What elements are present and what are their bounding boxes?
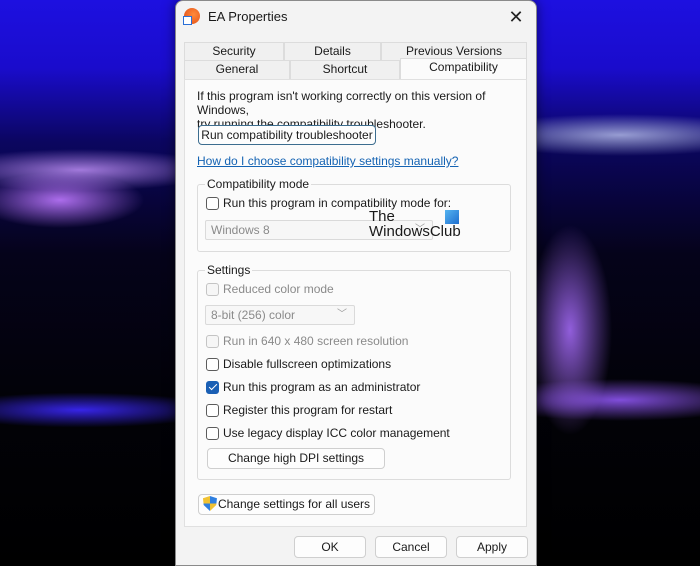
reduced-color-label: Reduced color mode <box>223 282 334 296</box>
run-640-checkbox <box>206 334 219 348</box>
run-as-admin-row[interactable]: Run this program as an administrator <box>206 380 420 394</box>
reduced-color-checkbox <box>206 282 219 296</box>
disable-fullscreen-row[interactable]: Disable fullscreen optimizations <box>206 357 391 371</box>
compat-mode-checkbox-row[interactable]: Run this program in compatibility mode f… <box>206 196 451 210</box>
cancel-button[interactable]: Cancel <box>375 536 447 558</box>
title-bar: EA Properties ✕ <box>176 1 536 33</box>
tab-details[interactable]: Details <box>284 42 381 60</box>
disable-fullscreen-checkbox[interactable] <box>206 357 219 371</box>
run-640-row: Run in 640 x 480 screen resolution <box>206 334 408 348</box>
color-depth-value: 8-bit (256) color <box>211 308 296 322</box>
disable-fullscreen-label: Disable fullscreen optimizations <box>223 357 392 371</box>
color-depth-select: 8-bit (256) color ﹀ <box>205 305 355 325</box>
os-version-value: Windows 8 <box>211 223 270 237</box>
compat-mode-label: Run this program in compatibility mode f… <box>223 196 452 210</box>
legacy-icc-row[interactable]: Use legacy display ICC color management <box>206 426 450 440</box>
ok-button[interactable]: OK <box>294 536 366 558</box>
tab-label: General <box>215 62 259 76</box>
tab-shortcut[interactable]: Shortcut <box>290 60 400 79</box>
help-link[interactable]: How do I choose compatibility settings m… <box>197 154 458 168</box>
tab-label: Security <box>212 44 256 58</box>
run-as-admin-label: Run this program as an administrator <box>223 380 421 394</box>
tab-label: Shortcut <box>322 62 368 76</box>
ea-app-icon <box>183 8 200 25</box>
watermark-line-2: WindowsClub <box>369 223 461 240</box>
close-icon: ✕ <box>508 7 524 27</box>
compatibility-mode-label: Compatibility mode <box>205 177 312 191</box>
register-restart-label: Register this program for restart <box>223 403 393 417</box>
compat-mode-checkbox[interactable] <box>206 196 219 210</box>
intro-line-1: If this program isn't working correctly … <box>197 89 486 117</box>
apply-button[interactable]: Apply <box>456 536 528 558</box>
uac-shield-icon <box>202 496 217 511</box>
window-title: EA Properties <box>208 9 288 24</box>
run-as-admin-checkbox[interactable] <box>206 380 219 394</box>
change-all-users-button[interactable]: Change settings for all users <box>198 494 375 515</box>
properties-dialog: EA Properties ✕ Security Details Previou… <box>175 0 537 566</box>
register-restart-row[interactable]: Register this program for restart <box>206 403 392 417</box>
compatibility-panel: If this program isn't working correctly … <box>184 79 527 527</box>
register-restart-checkbox[interactable] <box>206 403 219 417</box>
change-all-users-label: Change settings for all users <box>217 497 371 511</box>
windows-logo-icon <box>445 210 459 224</box>
legacy-icc-label: Use legacy display ICC color management <box>223 426 450 440</box>
run-640-label: Run in 640 x 480 screen resolution <box>223 334 409 348</box>
tab-general[interactable]: General <box>184 60 290 79</box>
tab-label: Details <box>314 44 351 58</box>
change-dpi-button[interactable]: Change high DPI settings <box>207 448 385 469</box>
tab-compatibility[interactable]: Compatibility <box>400 58 527 79</box>
run-troubleshooter-button[interactable]: Run compatibility troubleshooter <box>198 125 376 145</box>
tab-security[interactable]: Security <box>184 42 284 60</box>
compatibility-mode-group: Compatibility mode Run this program in c… <box>197 177 511 252</box>
settings-group: Settings Reduced color mode 8-bit (256) … <box>197 263 511 480</box>
reduced-color-row: Reduced color mode <box>206 282 334 296</box>
legacy-icc-checkbox[interactable] <box>206 426 219 440</box>
watermark: The WindowsClub <box>369 209 461 239</box>
close-button[interactable]: ✕ <box>496 1 536 33</box>
tab-label: Compatibility <box>429 60 498 74</box>
settings-label: Settings <box>205 263 253 277</box>
chevron-down-icon: ﹀ <box>337 309 347 320</box>
tab-label: Previous Versions <box>405 44 503 58</box>
